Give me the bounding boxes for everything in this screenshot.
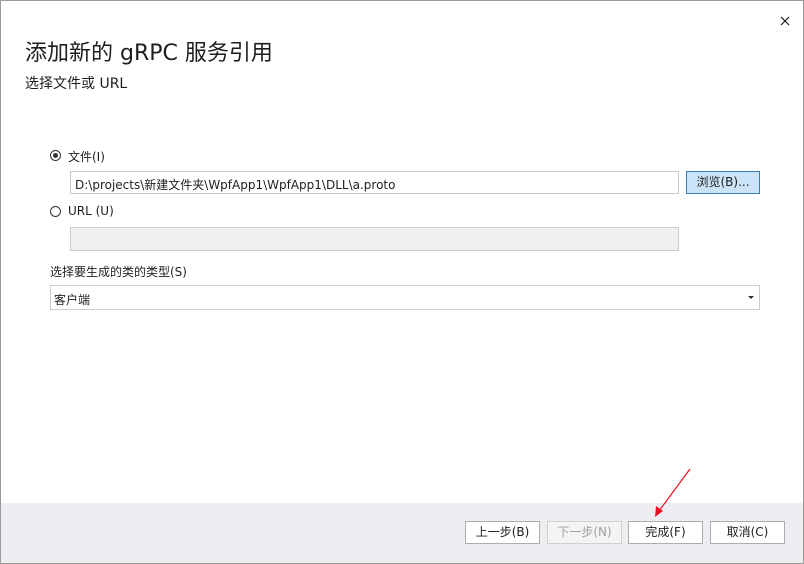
class-type-select[interactable]: 客户端: [50, 285, 760, 310]
class-type-label: 选择要生成的类的类型(S): [50, 265, 187, 279]
file-radio-label[interactable]: 文件(I): [68, 148, 105, 165]
cancel-button[interactable]: 取消(C): [710, 521, 785, 544]
next-button: 下一步(N): [547, 521, 622, 544]
url-radio[interactable]: [50, 206, 61, 217]
file-radio[interactable]: [50, 150, 61, 161]
dropdown-arrow-icon: [748, 296, 754, 299]
prev-button[interactable]: 上一步(B): [465, 521, 540, 544]
dialog-title: 添加新的 gRPC 服务引用: [25, 41, 273, 66]
file-path-input[interactable]: D:\projects\新建文件夹\WpfApp1\WpfApp1\DLL\a.…: [70, 171, 679, 194]
url-radio-label[interactable]: URL (U): [68, 204, 114, 218]
browse-button[interactable]: 浏览(B)...: [686, 171, 760, 194]
close-icon[interactable]: [775, 11, 795, 31]
add-grpc-service-reference-dialog: 添加新的 gRPC 服务引用 选择文件或 URL 文件(I) D:\projec…: [0, 0, 804, 564]
radio-selected-dot: [53, 153, 58, 158]
url-input[interactable]: [70, 227, 679, 251]
finish-button[interactable]: 完成(F): [628, 521, 703, 544]
class-type-selected-value: 客户端: [54, 293, 91, 307]
dialog-subtitle: 选择文件或 URL: [25, 76, 128, 92]
